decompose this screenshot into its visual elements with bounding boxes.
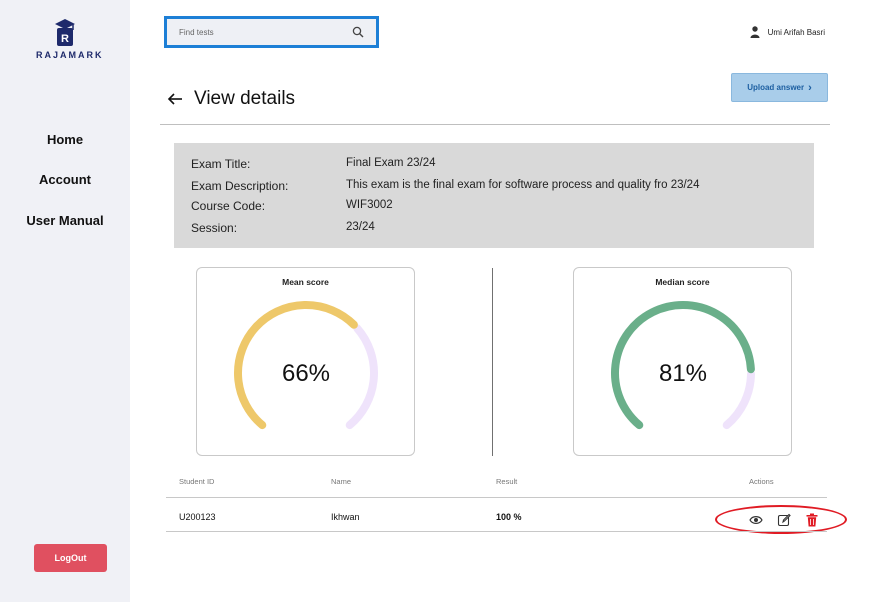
arrow-left-icon[interactable]: [166, 93, 184, 105]
column-header-result[interactable]: Result: [496, 477, 517, 486]
median-score-value: 81%: [659, 360, 707, 387]
header-divider: [160, 124, 830, 125]
sidebar-item-account[interactable]: Account: [0, 172, 130, 187]
cell-name: Ikhwan: [331, 512, 360, 522]
search-box: [164, 16, 379, 48]
sidebar-item-user-manual[interactable]: User Manual: [0, 213, 130, 228]
exam-info-panel: Exam Title: Final Exam 23/24 Exam Descri…: [174, 143, 814, 248]
median-gauge-track: [722, 369, 755, 430]
logo-text: RAJAMARK: [36, 50, 104, 60]
session-label: Session:: [191, 221, 238, 235]
upload-answer-button[interactable]: Upload answer ›: [731, 73, 828, 102]
svg-text:R: R: [61, 33, 69, 45]
mean-score-value: 66%: [282, 360, 330, 387]
course-code-value: WIF3002: [346, 199, 393, 211]
exam-title-label: Exam Title:: [191, 157, 251, 171]
exam-description-value: This exam is the final exam for software…: [346, 179, 700, 191]
cell-result: 100 %: [496, 512, 522, 522]
session-value: 23/24: [346, 221, 375, 233]
actions-highlight: [715, 505, 847, 534]
exam-title-row: Exam Title: Final Exam 23/24: [191, 157, 436, 171]
exam-title-value: Final Exam 23/24: [346, 157, 436, 169]
column-header-student-id[interactable]: Student ID: [179, 477, 214, 486]
upload-answer-label: Upload answer: [747, 83, 805, 92]
page-header: View details: [166, 88, 295, 110]
logo-icon: R: [55, 19, 75, 46]
mean-score-card: Mean score 66%: [196, 267, 415, 456]
user-menu[interactable]: Umi Arifah Basri: [750, 26, 825, 38]
logout-button[interactable]: LogOut: [34, 544, 107, 572]
session-row: Session: 23/24: [191, 221, 375, 235]
sidebar-item-home[interactable]: Home: [0, 132, 130, 147]
median-score-title: Median score: [655, 277, 710, 287]
exam-description-label: Exam Description:: [191, 179, 289, 193]
trash-icon[interactable]: [805, 513, 819, 527]
search-icon[interactable]: [352, 26, 364, 38]
course-code-label: Course Code:: [191, 199, 266, 213]
logo[interactable]: R RAJAMARK: [36, 18, 104, 60]
mean-score-gauge: 66%: [234, 301, 378, 430]
edit-icon[interactable]: [777, 513, 791, 527]
chevron-right-icon: ›: [808, 81, 812, 94]
user-icon: [750, 26, 760, 38]
cell-student-id: U200123: [179, 512, 216, 522]
user-name: Umi Arifah Basri: [767, 27, 825, 37]
page-title: View details: [194, 88, 296, 109]
mean-score-title: Mean score: [282, 277, 329, 287]
exam-description-row: Exam Description: This exam is the final…: [191, 179, 699, 193]
eye-icon[interactable]: [749, 513, 763, 527]
course-code-row: Course Code: WIF3002: [191, 199, 393, 213]
column-header-actions: Actions: [749, 477, 774, 486]
logout-label: LogOut: [54, 553, 87, 563]
median-score-card: Median score 81%: [573, 267, 792, 456]
table-header-divider: [166, 497, 827, 498]
table-row-divider: [166, 531, 827, 532]
cards-divider: [492, 268, 493, 456]
search-input[interactable]: [179, 27, 352, 37]
sidebar: R RAJAMARK Home Account User Manual LogO…: [0, 0, 130, 602]
median-score-gauge: 81%: [611, 301, 755, 430]
column-header-name[interactable]: Name: [331, 477, 351, 486]
mean-gauge-track: [345, 324, 378, 430]
